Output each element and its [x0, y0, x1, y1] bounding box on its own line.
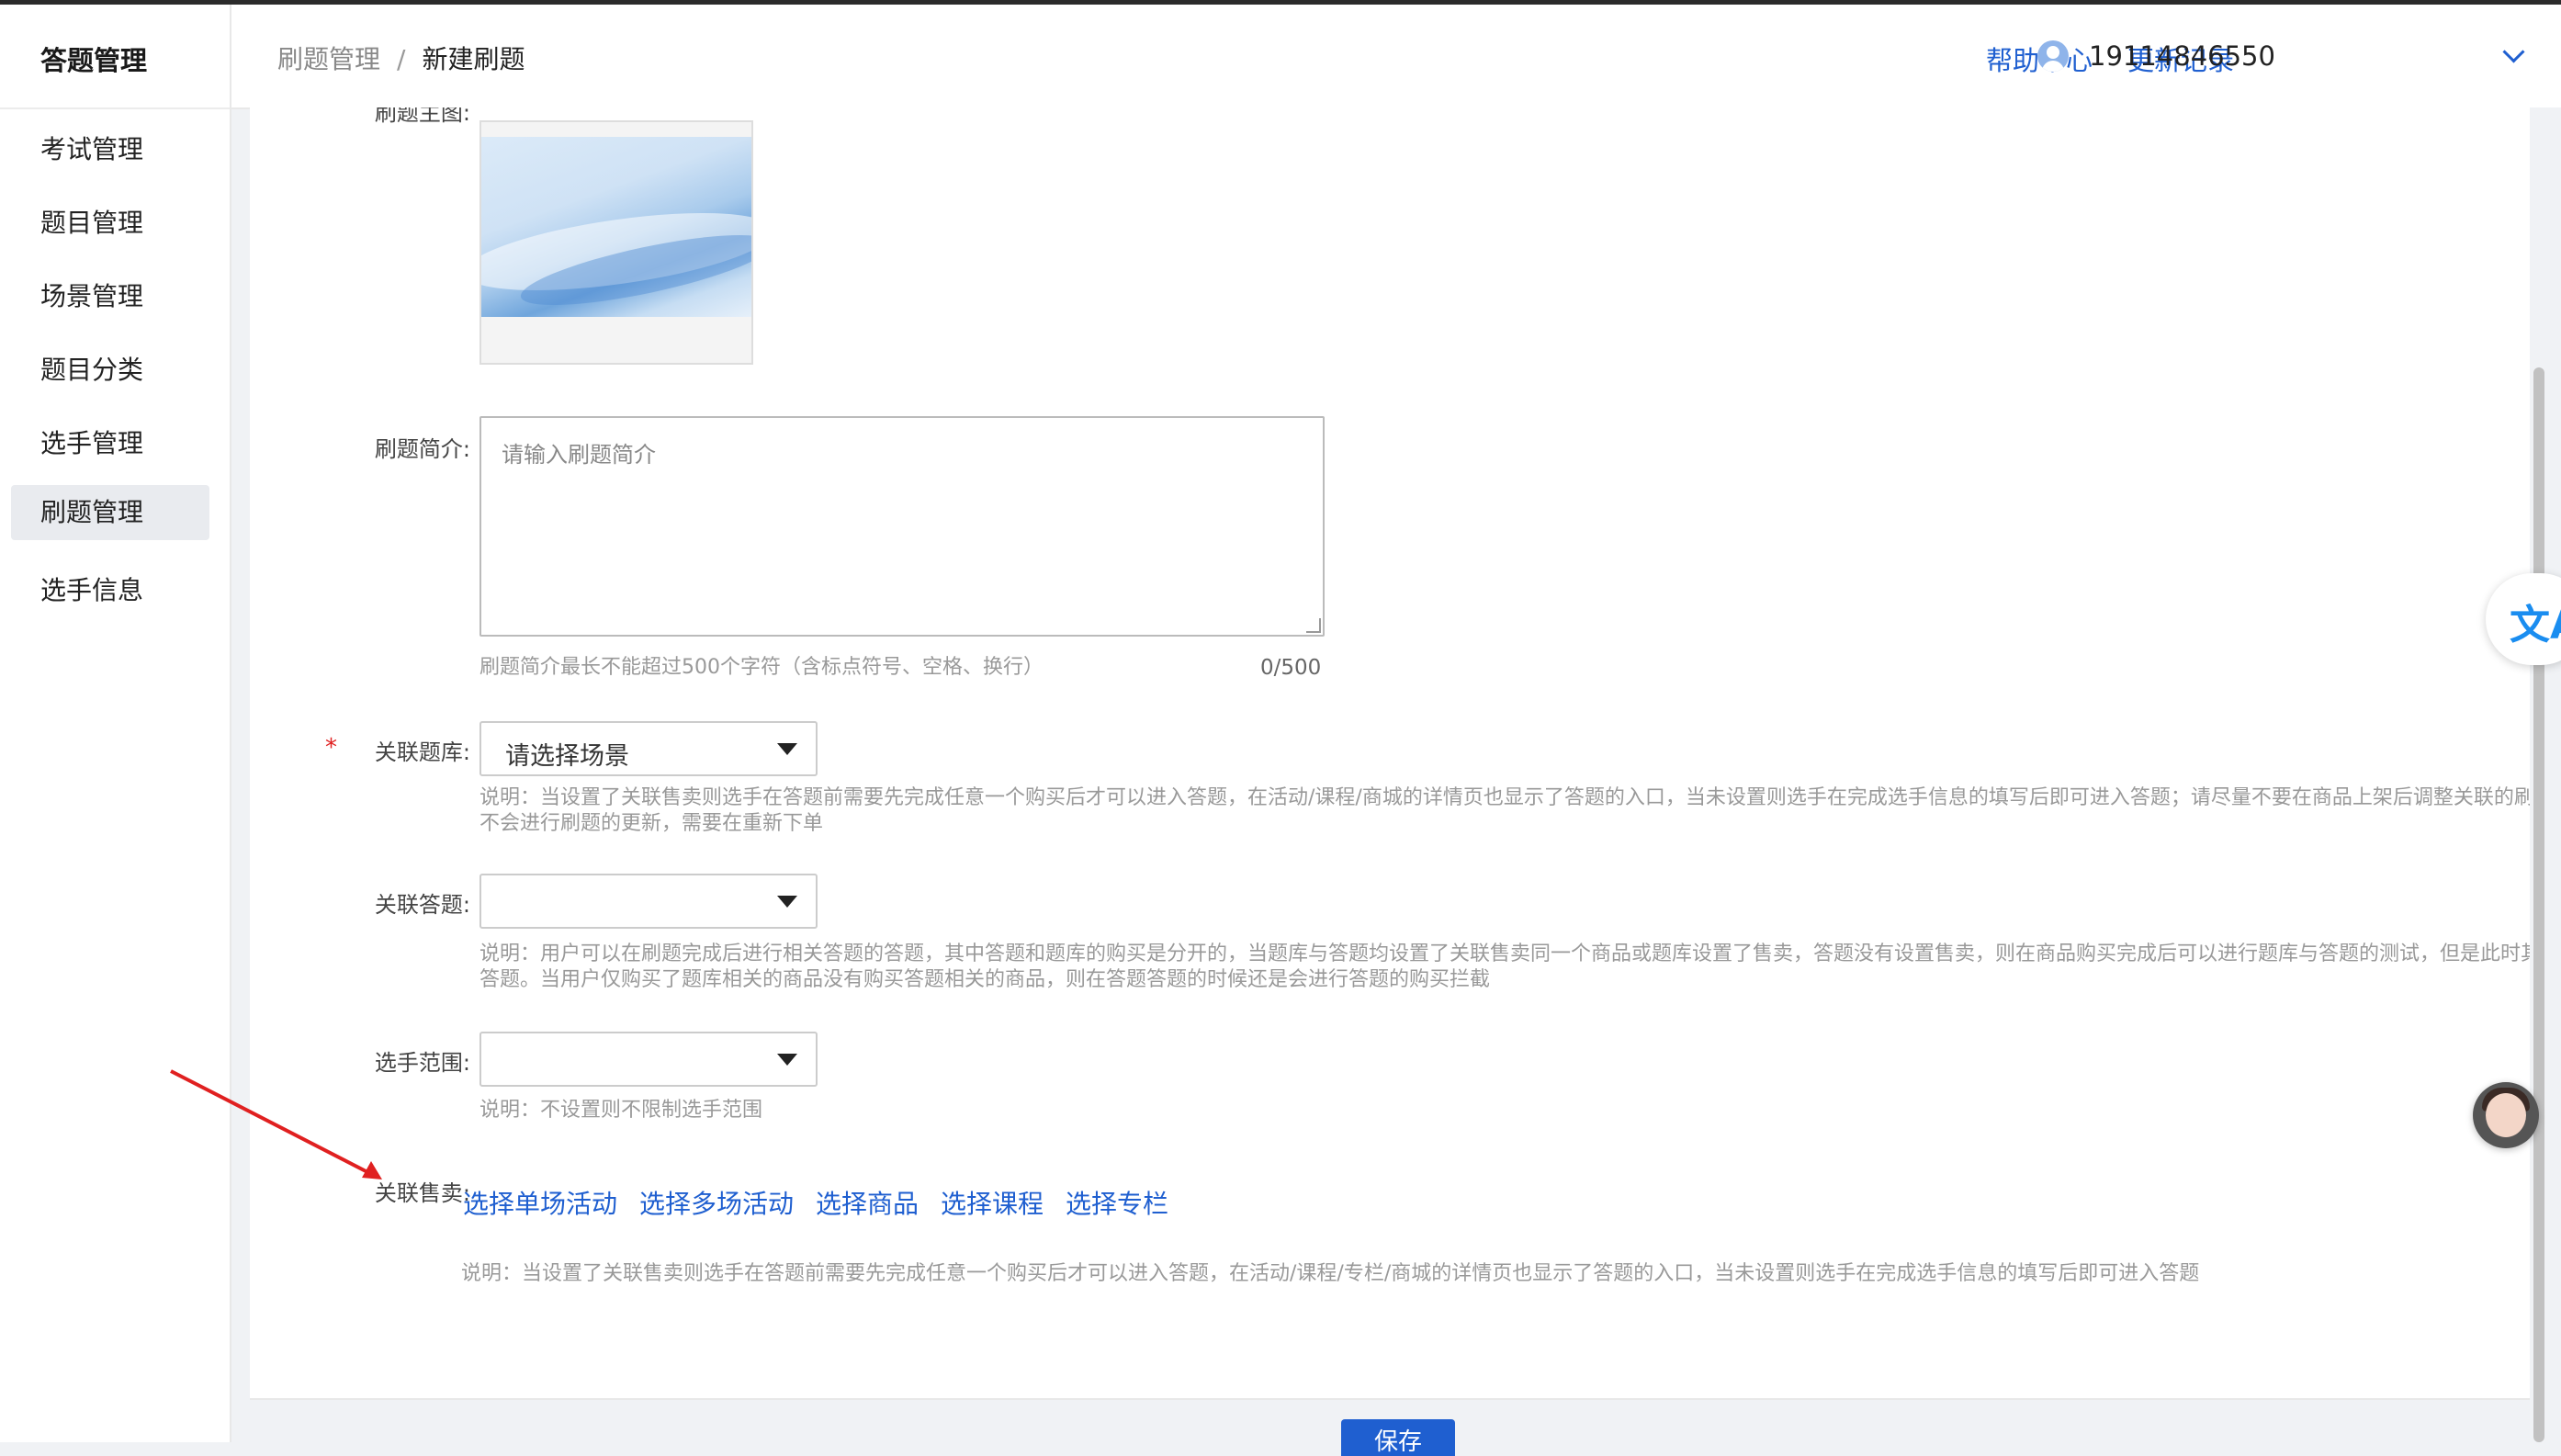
player-scope-select[interactable] — [479, 1032, 818, 1087]
breadcrumb: 刷题管理 / 新建刷题 — [277, 40, 525, 76]
form-panel: 刷题主图: 刷题简介: 请输入刷题简介 刷题简介最长不能超过500个字符（含标点… — [250, 107, 2533, 1398]
scrollbar-thumb[interactable] — [2533, 367, 2544, 1442]
sidebar-item-scenes[interactable]: 场景管理 — [11, 269, 209, 324]
intro-placeholder: 请输入刷题简介 — [502, 442, 656, 468]
question-bank-note: 说明：当设置了关联售卖则选手在答题前需要先完成任意一个购买后才可以进入答题，在活… — [479, 786, 2533, 835]
assistant-avatar-icon[interactable] — [2473, 1082, 2539, 1148]
question-bank-label: 关联题库: — [374, 739, 470, 765]
user-avatar-icon[interactable] — [2037, 40, 2069, 72]
sidebar-divider — [0, 107, 230, 109]
cover-image — [481, 137, 751, 320]
sidebar-item-practice[interactable]: 刷题管理 — [11, 485, 209, 540]
question-bank-value: 请选择场景 — [505, 742, 629, 771]
sales-note: 说明：当设置了关联售卖则选手在答题前需要先完成任意一个购买后才可以进入答题，在活… — [461, 1262, 2200, 1285]
select-column-link[interactable]: 选择专栏 — [1066, 1184, 1168, 1221]
select-multi-event-link[interactable]: 选择多场活动 — [639, 1184, 794, 1221]
quiz-select[interactable] — [479, 874, 818, 929]
select-product-link[interactable]: 选择商品 — [816, 1184, 919, 1221]
dropdown-caret-icon — [777, 1054, 797, 1066]
select-single-event-link[interactable]: 选择单场活动 — [463, 1184, 617, 1221]
sidebar: 答题管理 考试管理 题目管理 场景管理 题目分类 选手管理 刷题管理 选手信息 — [0, 5, 231, 1442]
sidebar-item-player-info[interactable]: 选手信息 — [11, 563, 209, 618]
annotation-arrow — [170, 1069, 382, 1179]
dropdown-caret-icon — [777, 896, 797, 908]
quiz-note: 说明：用户可以在刷题完成后进行相关答题的答题，其中答题和题库的购买是分开的，当题… — [479, 942, 2533, 991]
panel-bottom-divider — [250, 1398, 2533, 1400]
cover-image-upload[interactable] — [479, 120, 753, 365]
breadcrumb-current: 新建刷题 — [422, 44, 525, 74]
cover-label: 刷题主图: — [374, 107, 470, 126]
breadcrumb-separator: / — [397, 44, 406, 74]
intro-counter: 0/500 — [1260, 656, 1322, 680]
breadcrumb-parent[interactable]: 刷题管理 — [277, 44, 380, 74]
intro-hint: 刷题简介最长不能超过500个字符（含标点符号、空格、换行） — [479, 656, 1044, 679]
sidebar-item-players[interactable]: 选手管理 — [11, 416, 209, 471]
player-scope-note: 说明：不设置则不限制选手范围 — [479, 1099, 763, 1122]
dropdown-caret-icon — [777, 743, 797, 755]
select-course-link[interactable]: 选择课程 — [941, 1184, 1044, 1221]
sidebar-item-questions[interactable]: 题目管理 — [11, 196, 209, 251]
intro-label: 刷题简介: — [374, 436, 470, 462]
sidebar-item-exam[interactable]: 考试管理 — [11, 122, 209, 177]
question-bank-select[interactable]: 请选择场景 — [479, 721, 818, 776]
sidebar-item-categories[interactable]: 题目分类 — [11, 343, 209, 398]
resize-handle-icon[interactable] — [1306, 618, 1321, 633]
app-title: 答题管理 — [40, 45, 148, 76]
quiz-label: 关联答题: — [374, 892, 470, 918]
user-phone[interactable]: 19114846550 — [2089, 40, 2275, 72]
save-button[interactable]: 保存 — [1341, 1419, 1455, 1456]
intro-textarea[interactable]: 请输入刷题简介 — [479, 416, 1325, 637]
